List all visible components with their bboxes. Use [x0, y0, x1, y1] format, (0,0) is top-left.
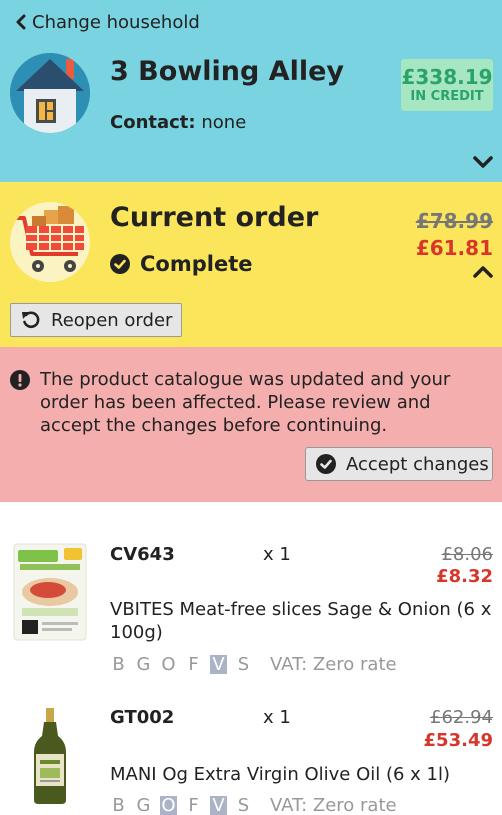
- tag-f: F: [188, 654, 199, 675]
- order-new-total: £61.81: [415, 236, 493, 260]
- household-name: 3 Bowling Alley: [110, 56, 345, 87]
- item-dietary-tags: B G O F V S VAT: Zero rate: [110, 654, 397, 675]
- check-circle-icon: [110, 254, 130, 274]
- alert-message: The product catalogue was updated and yo…: [40, 369, 451, 436]
- tag-o: O: [161, 654, 176, 675]
- tag-b: B: [112, 795, 125, 815]
- tag-g: G: [136, 795, 151, 815]
- tag-g: G: [136, 654, 151, 675]
- product-image: [10, 706, 90, 806]
- item-quantity: x 1: [263, 544, 291, 565]
- undo-icon: [22, 311, 40, 329]
- reopen-order-label: Reopen order: [51, 309, 173, 331]
- item-dietary-tags: B G O F V S VAT: Zero rate: [110, 795, 397, 815]
- tag-v: V: [210, 796, 227, 815]
- credit-amount: £338.19: [401, 65, 493, 89]
- reopen-order-button[interactable]: Reopen order: [10, 303, 182, 337]
- item-vat: VAT: Zero rate: [270, 795, 397, 815]
- household-contact: Contact: none: [110, 112, 246, 133]
- chevron-down-icon[interactable]: [473, 154, 493, 170]
- tag-v: V: [210, 655, 227, 674]
- list-item[interactable]: CV643 x 1 £8.06 £8.32 VBITES Meat-free s…: [0, 502, 502, 682]
- credit-label: IN CREDIT: [410, 89, 484, 104]
- item-old-price: £8.06: [441, 544, 493, 565]
- item-code: GT002: [110, 707, 175, 728]
- tag-s: S: [237, 654, 250, 675]
- change-household-link[interactable]: Change household: [12, 11, 200, 33]
- list-item[interactable]: GT002 x 1 £62.94 £53.49 MANI Og Extra Vi…: [0, 682, 502, 815]
- item-description: VBITES Meat-free slices Sage & Onion (6 …: [110, 599, 492, 643]
- item-new-price: £8.32: [436, 566, 493, 587]
- order-title: Current order: [110, 202, 319, 233]
- item-code: CV643: [110, 544, 175, 565]
- catalogue-update-alert: The product catalogue was updated and yo…: [0, 347, 502, 502]
- order-status: Complete: [110, 252, 252, 276]
- item-vat: VAT: Zero rate: [270, 654, 397, 675]
- contact-label: Contact:: [110, 112, 196, 133]
- tag-f: F: [188, 795, 199, 815]
- order-status-label: Complete: [140, 252, 253, 276]
- item-description: MANI Og Extra Virgin Olive Oil (6 x 1l): [110, 764, 451, 785]
- check-circle-icon: [316, 454, 336, 474]
- shopping-cart-icon: [10, 202, 90, 282]
- product-image: [10, 542, 90, 642]
- tag-s: S: [237, 795, 250, 815]
- item-quantity: x 1: [263, 707, 291, 728]
- credit-badge: £338.19 IN CREDIT: [401, 59, 493, 111]
- house-icon: [10, 53, 90, 133]
- tag-b: B: [112, 654, 125, 675]
- chevron-left-icon: [16, 14, 26, 30]
- contact-value: none: [201, 112, 247, 133]
- item-new-price: £53.49: [423, 730, 493, 751]
- household-header: Change household 3 Bowling Alley Contact…: [0, 0, 502, 182]
- accept-changes-label: Accept changes: [346, 453, 489, 475]
- exclamation-circle-icon: [10, 370, 30, 390]
- accept-changes-button[interactable]: Accept changes: [305, 447, 493, 481]
- chevron-up-icon[interactable]: [473, 264, 493, 280]
- item-old-price: £62.94: [430, 707, 493, 728]
- order-old-total: £78.99: [415, 209, 493, 233]
- tag-o: O: [160, 795, 177, 815]
- change-household-label: Change household: [32, 11, 200, 33]
- current-order-panel: Current order Complete £78.99 £61.81 Reo…: [0, 182, 502, 347]
